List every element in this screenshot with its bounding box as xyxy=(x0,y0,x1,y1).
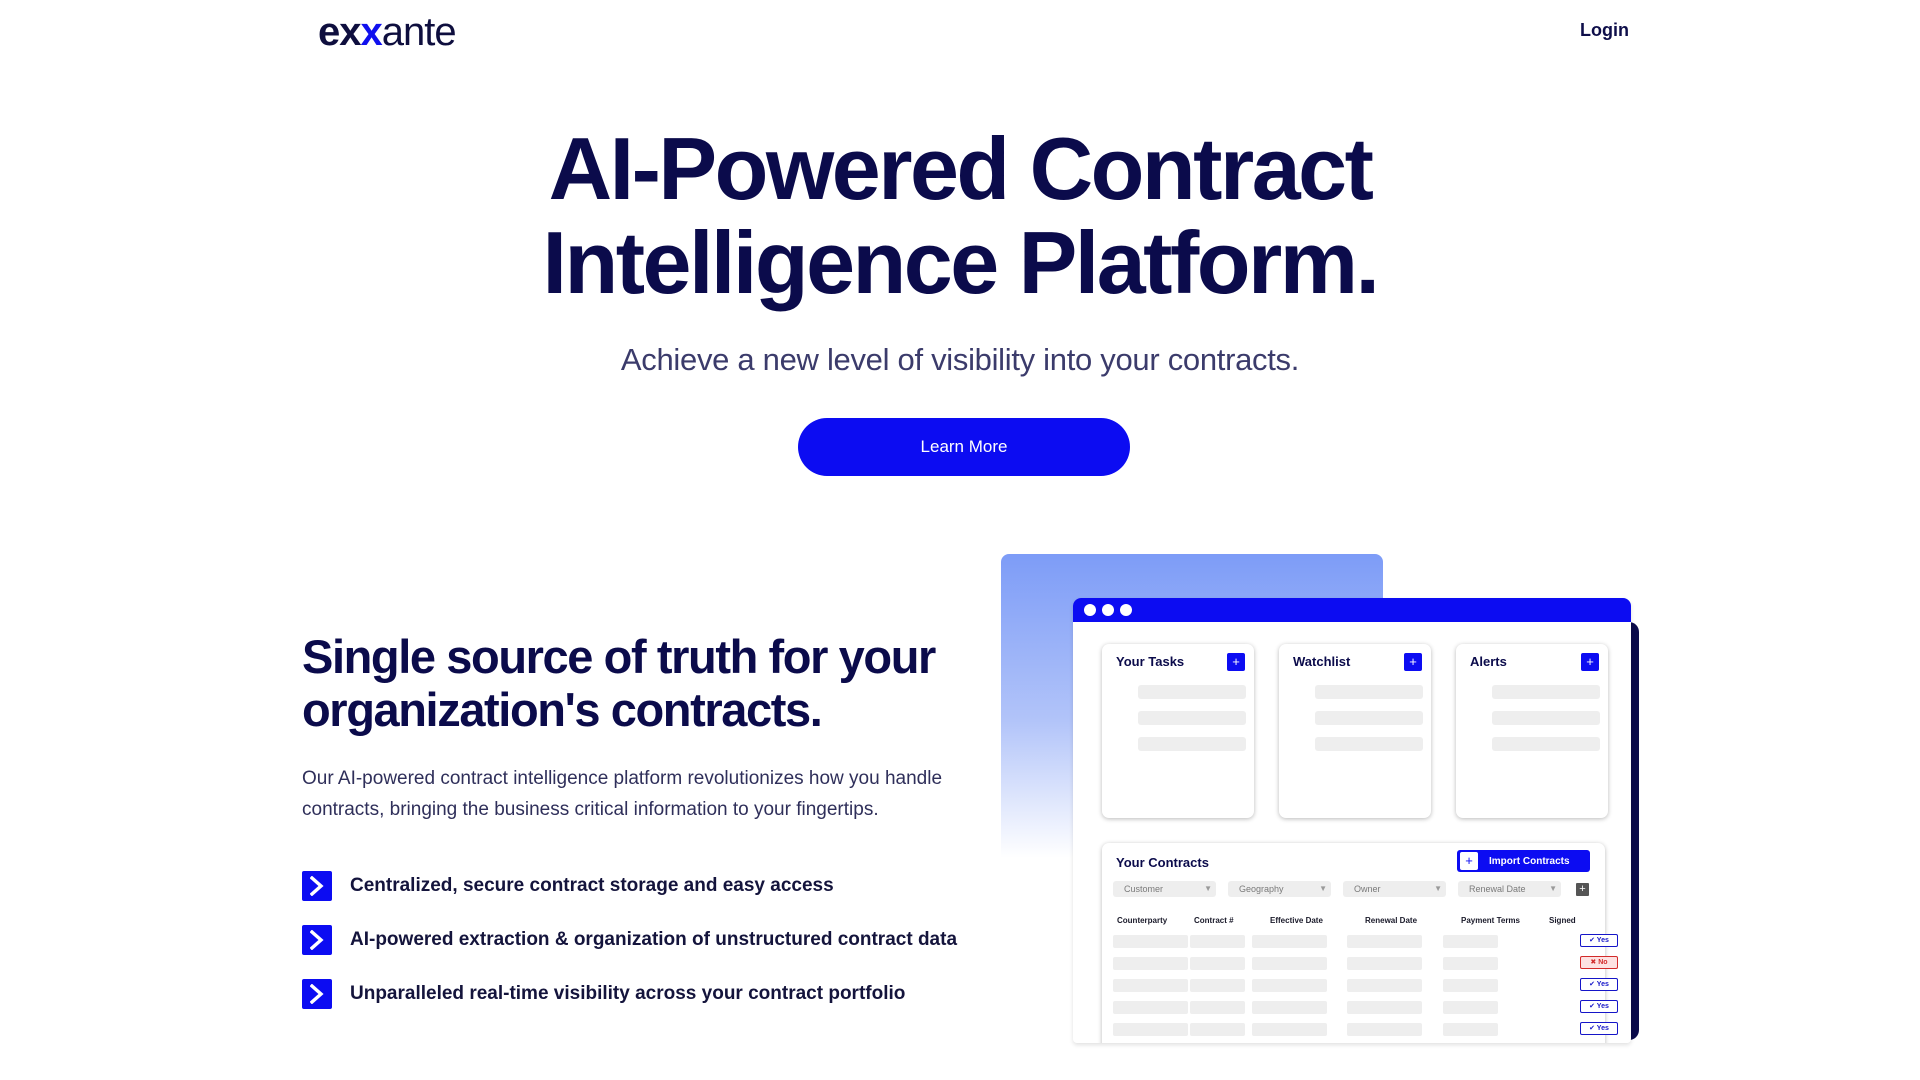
table-cell-placeholder xyxy=(1347,957,1422,970)
caret-down-icon: ▼ xyxy=(1319,884,1327,893)
placeholder-row xyxy=(1138,685,1246,699)
hero-title-line-2: Intelligence Platform. xyxy=(542,213,1380,312)
import-contracts-button: + Import Contracts xyxy=(1457,850,1590,872)
hero-title: AI-Powered Contract Intelligence Platfor… xyxy=(0,122,1920,310)
table-cell-placeholder xyxy=(1443,935,1498,948)
filter-customer: Customer ▼ xyxy=(1113,881,1216,897)
features-title-line-2: organization's contracts. xyxy=(302,683,823,736)
feature-bullet: Unparalleled real-time visibility across… xyxy=(302,979,957,1033)
table-cell-placeholder xyxy=(1113,979,1188,992)
feature-bullet-list: Centralized, secure contract storage and… xyxy=(302,871,957,1033)
table-cell-placeholder xyxy=(1252,957,1327,970)
window-dot-icon xyxy=(1102,604,1114,616)
learn-more-button[interactable]: Learn More xyxy=(798,418,1130,476)
placeholder-row xyxy=(1492,711,1600,725)
contracts-title: Your Contracts xyxy=(1116,855,1209,870)
column-header: Counterparty xyxy=(1117,916,1168,925)
filter-geography: Geography ▼ xyxy=(1228,881,1331,897)
table-cell-placeholder xyxy=(1347,979,1422,992)
caret-down-icon: ▼ xyxy=(1549,884,1557,893)
card-title: Your Tasks xyxy=(1116,654,1185,669)
signed-yes-badge: ✔ Yes xyxy=(1580,978,1618,991)
table-cell-placeholder xyxy=(1190,957,1245,970)
feature-bullet: AI-powered extraction & organization of … xyxy=(302,925,957,979)
signed-yes-badge: ✔ Yes xyxy=(1580,1000,1618,1013)
table-cell-placeholder xyxy=(1190,1001,1245,1014)
alerts-card: Alerts + xyxy=(1456,644,1608,818)
login-link[interactable]: Login xyxy=(1580,20,1629,41)
add-watchlist-plus-icon: + xyxy=(1404,653,1422,671)
window-dot-icon xyxy=(1120,604,1132,616)
import-contracts-label: Import Contracts xyxy=(1489,855,1570,867)
table-cell-placeholder xyxy=(1252,979,1327,992)
column-header: Payment Terms xyxy=(1461,916,1520,925)
table-cell-placeholder xyxy=(1347,1001,1422,1014)
mockup-title-bar xyxy=(1073,598,1631,622)
placeholder-row xyxy=(1138,737,1246,751)
contracts-panel: Your Contracts + Import Contracts Custom… xyxy=(1102,843,1618,1043)
placeholder-row xyxy=(1138,711,1246,725)
feature-bullet: Centralized, secure contract storage and… xyxy=(302,871,957,925)
add-alert-plus-icon: + xyxy=(1581,653,1599,671)
app-mockup-window: Your Tasks + Watchlist + Alerts + Your C… xyxy=(1073,598,1631,1043)
table-cell-placeholder xyxy=(1443,1001,1498,1014)
features-title: Single source of truth for your organiza… xyxy=(302,630,1002,736)
column-header: Contract # xyxy=(1194,916,1234,925)
chevron-right-icon xyxy=(302,925,332,955)
column-header: Renewal Date xyxy=(1365,916,1418,925)
window-dot-icon xyxy=(1084,604,1096,616)
features-title-line-1: Single source of truth for your xyxy=(302,630,936,683)
table-cell-placeholder xyxy=(1443,979,1498,992)
signed-yes-badge: ✔ Yes xyxy=(1580,934,1618,947)
hero-title-line-1: AI-Powered Contract xyxy=(548,119,1374,218)
placeholder-row xyxy=(1315,685,1423,699)
table-cell-placeholder xyxy=(1347,1023,1422,1036)
watchlist-card: Watchlist + xyxy=(1279,644,1431,818)
feature-bullet-text: AI-powered extraction & organization of … xyxy=(350,929,958,950)
placeholder-row xyxy=(1315,737,1423,751)
table-cell-placeholder xyxy=(1347,935,1422,948)
table-cell-placeholder xyxy=(1190,979,1245,992)
hero-subtitle: Achieve a new level of visibility into y… xyxy=(620,342,1300,377)
placeholder-row xyxy=(1492,685,1600,699)
filter-renewal-date: Renewal Date ▼ xyxy=(1458,881,1561,897)
table-cell-placeholder xyxy=(1113,1023,1188,1036)
plus-icon: + xyxy=(1460,852,1478,870)
features-description: Our AI-powered contract intelligence pla… xyxy=(302,768,943,820)
placeholder-row xyxy=(1492,737,1600,751)
table-cell-placeholder xyxy=(1190,1023,1245,1036)
signed-yes-badge: ✔ Yes xyxy=(1580,1022,1618,1035)
table-cell-placeholder xyxy=(1252,1023,1327,1036)
table-cell-placeholder xyxy=(1113,957,1188,970)
table-cell-placeholder xyxy=(1252,935,1327,948)
table-cell-placeholder xyxy=(1443,1023,1498,1036)
table-cell-placeholder xyxy=(1113,1001,1188,1014)
feature-bullet-text: Centralized, secure contract storage and… xyxy=(350,875,834,896)
exante-logo[interactable]: exxante xyxy=(318,10,457,55)
feature-bullet-text: Unparalleled real-time visibility across… xyxy=(350,983,906,1004)
add-task-plus-icon: + xyxy=(1227,653,1245,671)
caret-down-icon: ▼ xyxy=(1204,884,1212,893)
table-cell-placeholder xyxy=(1443,957,1498,970)
table-cell-placeholder xyxy=(1113,935,1188,948)
chevron-right-icon xyxy=(302,871,332,901)
placeholder-row xyxy=(1315,711,1423,725)
signed-no-badge: ✖ No xyxy=(1580,956,1618,969)
chevron-right-icon xyxy=(302,979,332,1009)
top-nav: exxante Login xyxy=(0,0,1920,64)
filter-owner: Owner ▼ xyxy=(1343,881,1446,897)
table-cell-placeholder xyxy=(1190,935,1245,948)
card-title: Alerts xyxy=(1470,654,1507,669)
table-cell-placeholder xyxy=(1252,1001,1327,1014)
column-header: Effective Date xyxy=(1270,916,1323,925)
caret-down-icon: ▼ xyxy=(1434,884,1442,893)
column-header: Signed xyxy=(1549,916,1576,925)
add-column-plus-icon: + xyxy=(1576,883,1589,896)
tasks-card: Your Tasks + xyxy=(1102,644,1254,818)
card-title: Watchlist xyxy=(1293,654,1351,669)
